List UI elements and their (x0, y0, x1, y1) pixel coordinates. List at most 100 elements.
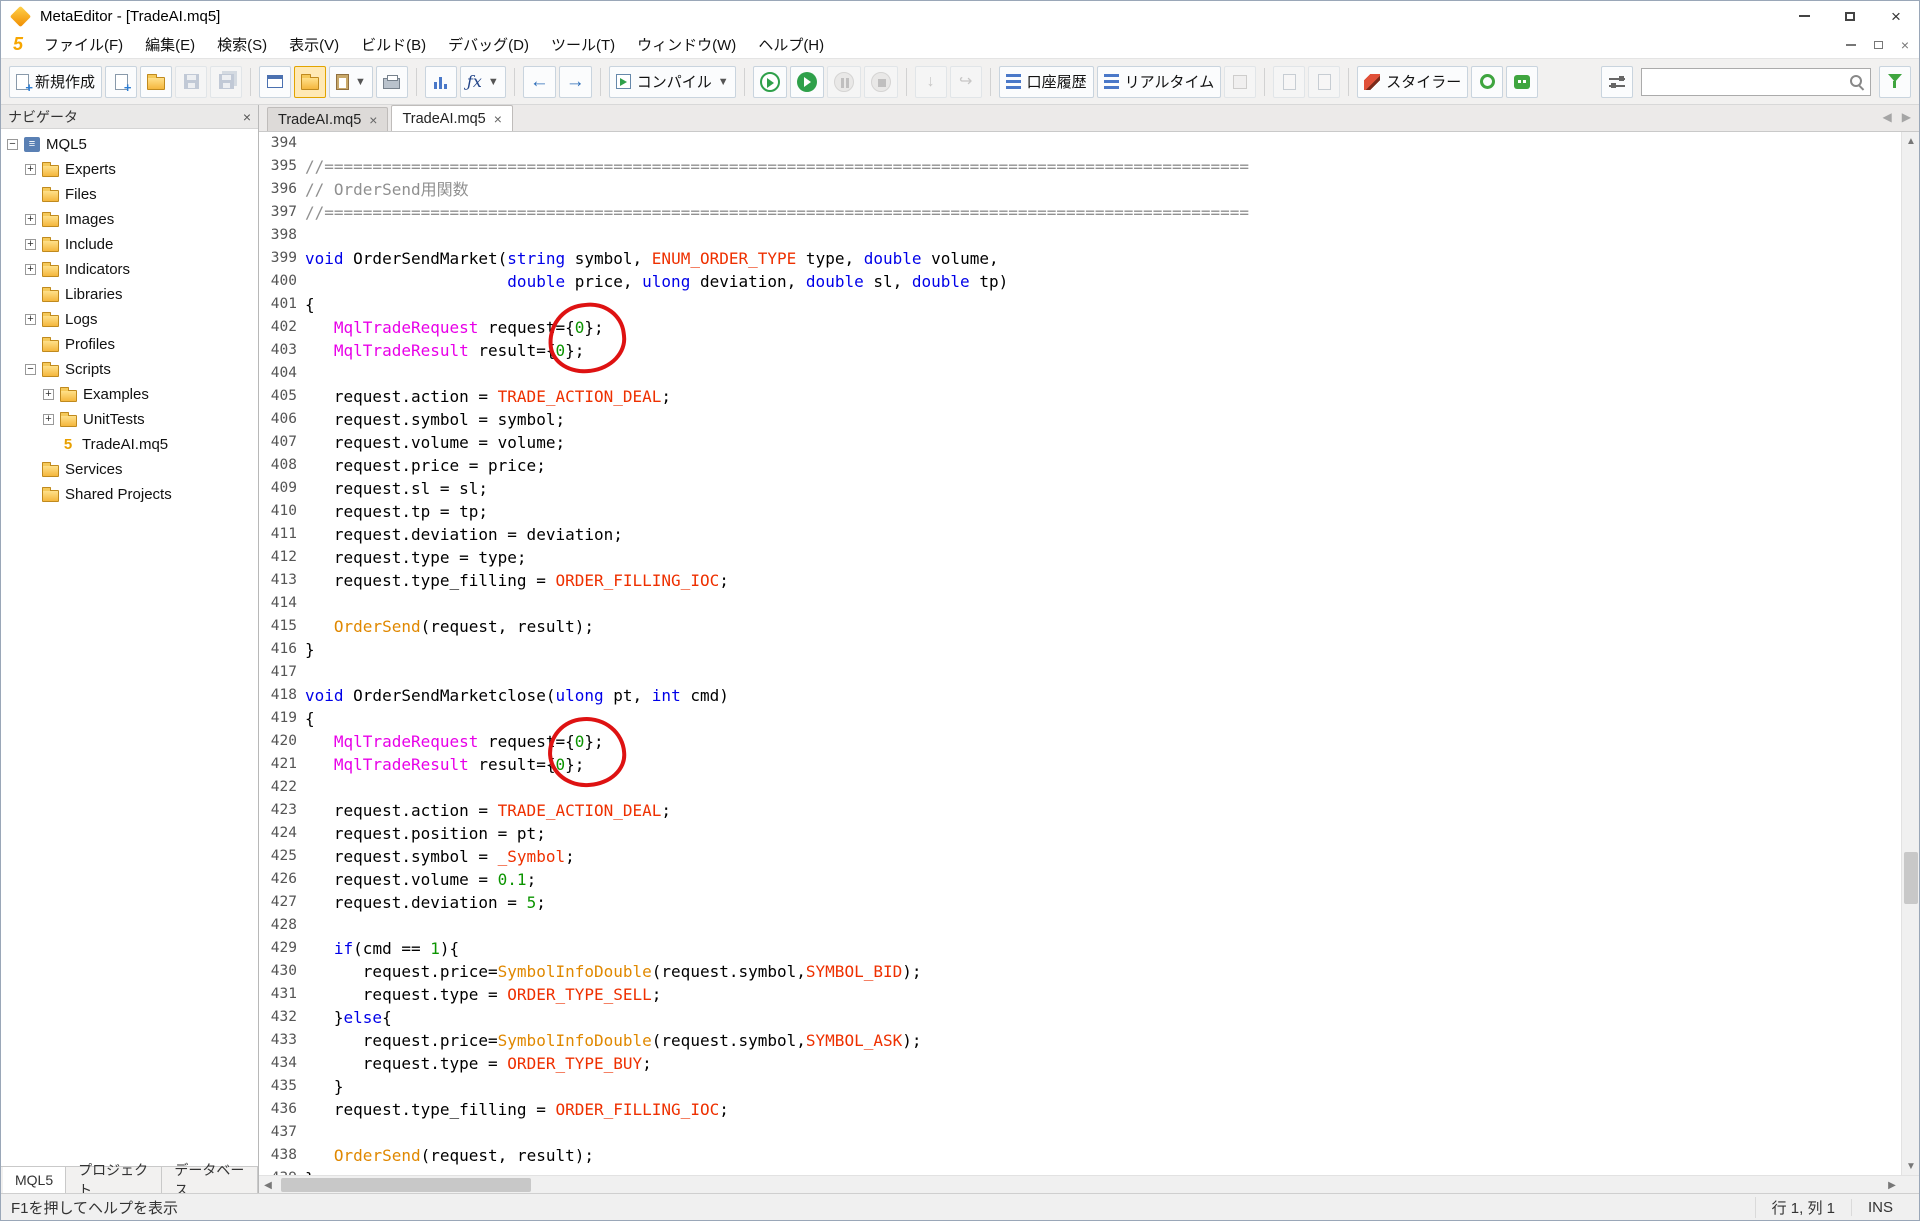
filter-button[interactable] (1879, 66, 1911, 98)
menu-edit[interactable]: 編集(E) (134, 30, 206, 59)
tree-item-profiles[interactable]: Profiles (1, 332, 258, 357)
menu-view[interactable]: 表示(V) (278, 30, 350, 59)
code-text: MqlTradeResult result={0}; (305, 753, 584, 776)
function-list-button[interactable]: ƒx▼ (460, 66, 506, 98)
menu-debug[interactable]: デバッグ(D) (437, 30, 540, 59)
tab-close-icon[interactable]: × (369, 113, 377, 127)
scroll-down-icon[interactable]: ▼ (1902, 1157, 1920, 1175)
navigate-forward-button[interactable]: → (559, 66, 592, 98)
tree-item-tradeai-mq5[interactable]: 5TradeAI.mq5 (1, 432, 258, 457)
expand-icon[interactable]: + (25, 239, 36, 250)
account-history-button[interactable]: 口座履歴 (999, 66, 1094, 98)
restore-button[interactable] (1827, 1, 1873, 31)
tree-item-scripts[interactable]: −Scripts (1, 357, 258, 382)
tree-item-mql5[interactable]: −≡MQL5 (1, 132, 258, 157)
chevron-down-icon[interactable]: ▼ (355, 76, 366, 88)
debug-resume-button[interactable] (790, 66, 824, 98)
editor-tab-2[interactable]: TradeAI.mq5× (391, 105, 512, 131)
community-button[interactable] (1471, 66, 1503, 98)
tree-item-examples[interactable]: +Examples (1, 382, 258, 407)
tree-item-unittests[interactable]: +UnitTests (1, 407, 258, 432)
line-number: 409 (259, 477, 305, 500)
open-file-button[interactable] (140, 66, 172, 98)
navigate-back-button[interactable]: ← (523, 66, 556, 98)
navigator-tab-database[interactable]: データベース (162, 1167, 258, 1193)
mql-wizard-button[interactable] (259, 66, 291, 98)
menu-help[interactable]: ヘルプ(H) (747, 30, 835, 59)
scroll-up-icon[interactable]: ▲ (1902, 132, 1920, 150)
vertical-scrollbar-thumb[interactable] (1904, 852, 1918, 904)
new-document-button[interactable] (105, 66, 137, 98)
expand-icon[interactable]: + (25, 164, 36, 175)
tree-item-images[interactable]: +Images (1, 207, 258, 232)
tree-item-experts[interactable]: +Experts (1, 157, 258, 182)
tree-item-services[interactable]: Services (1, 457, 258, 482)
expand-icon[interactable]: + (25, 214, 36, 225)
editor-tab-1[interactable]: TradeAI.mq5× (267, 107, 388, 131)
close-button[interactable]: × (1873, 1, 1919, 31)
tree-item-files[interactable]: Files (1, 182, 258, 207)
paste-button[interactable]: ▼ (329, 66, 373, 98)
tree-item-indicators[interactable]: +Indicators (1, 257, 258, 282)
horizontal-scrollbar[interactable]: ◀ ▶ (259, 1176, 1901, 1193)
step-over-button[interactable]: ↪ (950, 66, 982, 98)
search-icon[interactable] (1850, 75, 1864, 89)
folder-icon (42, 465, 59, 477)
code-text: }else{ (305, 1006, 392, 1029)
tab-scroll-left-icon[interactable]: ◀ (1883, 110, 1892, 124)
search-options-button[interactable] (1601, 66, 1633, 98)
mdi-restore-icon[interactable] (1874, 41, 1883, 49)
code-token: double (806, 272, 864, 291)
realtime-button[interactable]: リアルタイム (1097, 66, 1222, 98)
chevron-down-icon[interactable]: ▼ (488, 76, 499, 88)
menu-tools[interactable]: ツール(T) (540, 30, 626, 59)
debug-pause-button[interactable] (827, 66, 861, 98)
navigator-tab-projects[interactable]: プロジェクト (66, 1167, 162, 1193)
chevron-down-icon[interactable]: ▼ (718, 76, 729, 88)
data-folder-button[interactable] (294, 66, 326, 98)
new-file-button[interactable]: 新規作成 (9, 66, 102, 98)
scroll-left-icon[interactable]: ◀ (259, 1176, 277, 1194)
tree-item-label: TradeAI.mq5 (82, 436, 168, 453)
debug-start-button[interactable] (753, 66, 787, 98)
profiler-button[interactable] (425, 66, 457, 98)
compile-button[interactable]: コンパイル ▼ (609, 66, 736, 98)
step-into-button[interactable]: ↓ (915, 66, 947, 98)
menu-build[interactable]: ビルド(B) (350, 30, 437, 59)
tree-item-include[interactable]: +Include (1, 232, 258, 257)
copy-button[interactable] (1273, 66, 1305, 98)
expand-icon[interactable]: + (43, 414, 54, 425)
tree-item-shared-projects[interactable]: Shared Projects (1, 482, 258, 507)
print-button[interactable] (376, 66, 408, 98)
menu-file[interactable]: ファイル(F) (33, 30, 134, 59)
mdi-minimize-icon[interactable] (1846, 44, 1856, 46)
tree-item-logs[interactable]: +Logs (1, 307, 258, 332)
chat-button[interactable] (1506, 66, 1538, 98)
code-area[interactable]: 394395//================================… (259, 132, 1901, 1175)
styler-button[interactable]: スタイラー (1357, 66, 1468, 98)
vertical-scrollbar[interactable]: ▲ ▼ (1901, 132, 1919, 1175)
navigator-close-icon[interactable]: × (243, 110, 251, 124)
stop-realtime-button[interactable] (1224, 66, 1256, 98)
scroll-right-icon[interactable]: ▶ (1883, 1176, 1901, 1194)
collapse-icon[interactable]: − (25, 364, 36, 375)
expand-icon[interactable]: + (25, 264, 36, 275)
tab-scroll-right-icon[interactable]: ▶ (1902, 110, 1911, 124)
minimize-button[interactable] (1781, 1, 1827, 31)
mdi-close-icon[interactable]: × (1901, 38, 1909, 52)
navigator-tab-mql5[interactable]: MQL5 (3, 1167, 66, 1193)
copy-as-button[interactable] (1308, 66, 1340, 98)
menu-window[interactable]: ウィンドウ(W) (626, 30, 747, 59)
save-button[interactable] (175, 66, 207, 98)
expand-icon[interactable]: + (25, 314, 36, 325)
save-all-button[interactable] (210, 66, 242, 98)
menu-search[interactable]: 検索(S) (206, 30, 278, 59)
collapse-icon[interactable]: − (7, 139, 18, 150)
search-input[interactable] (1648, 74, 1850, 90)
horizontal-scrollbar-thumb[interactable] (281, 1178, 531, 1192)
tab-close-icon[interactable]: × (494, 112, 502, 126)
tree-item-libraries[interactable]: Libraries (1, 282, 258, 307)
debug-stop-button[interactable] (864, 66, 898, 98)
expand-icon[interactable]: + (43, 389, 54, 400)
code-token: ORDER_FILLING_IOC (555, 571, 719, 590)
